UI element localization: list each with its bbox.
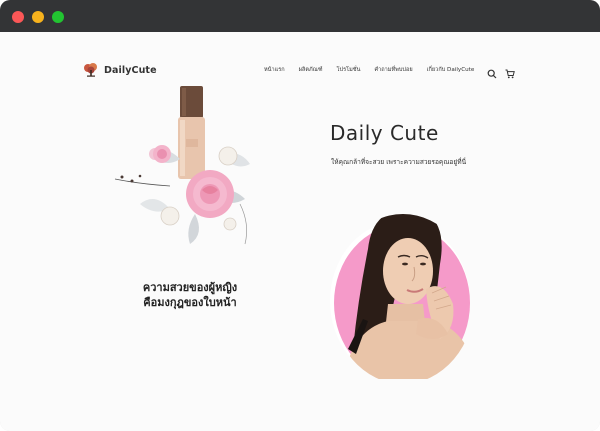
nav-item-promotions[interactable]: โปรโมชั่น: [337, 66, 361, 74]
nav-item-products[interactable]: ผลิตภัณฑ์: [299, 66, 323, 74]
landing-page: DailyCute หน้าแรก ผลิตภัณฑ์ โปรโมชั่น คำ…: [0, 32, 600, 431]
hero-subtitle: ให้คุณกล้าที่จะสวย เพราะความสวยรอคุณอยู่…: [331, 158, 467, 166]
brand-name: DailyCute: [104, 64, 157, 76]
hero-title: Daily Cute: [330, 121, 439, 145]
brand-logo[interactable]: DailyCute: [82, 62, 157, 78]
hero-tagline: ความสวยของผู้หญิง คือมงกุฎของใบหน้า: [120, 280, 260, 310]
search-icon[interactable]: [487, 64, 497, 79]
foundation-bottle-floral-illustration: [114, 86, 250, 245]
nav-actions: [487, 64, 523, 79]
cart-icon[interactable]: [505, 64, 515, 79]
tagline-line-2: คือมงกุฎของใบหน้า: [143, 296, 237, 309]
main-nav: หน้าแรก ผลิตภัณฑ์ โปรโมชั่น คำถามที่พบบ่…: [264, 66, 488, 74]
model-portrait-image: [330, 214, 475, 379]
nav-item-faq[interactable]: คำถามที่พบบ่อย: [374, 66, 412, 74]
close-window-button[interactable]: [12, 11, 24, 23]
tree-logo-icon: [84, 63, 97, 77]
browser-window: DailyCute หน้าแรก ผลิตภัณฑ์ โปรโมชั่น คำ…: [0, 0, 600, 431]
maximize-window-button[interactable]: [52, 11, 64, 23]
window-titlebar: [0, 0, 600, 32]
tagline-line-1: ความสวยของผู้หญิง: [142, 281, 238, 294]
nav-item-home[interactable]: หน้าแรก: [264, 66, 285, 74]
nav-item-about[interactable]: เกี่ยวกับ DailyCute: [427, 66, 475, 74]
minimize-window-button[interactable]: [32, 11, 44, 23]
